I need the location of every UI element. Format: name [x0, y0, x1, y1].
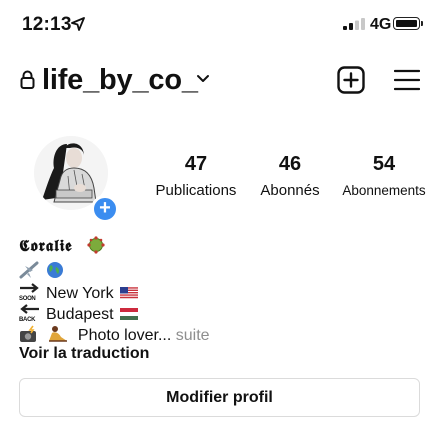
stat-value: 46 [278, 153, 302, 175]
globe-icon [47, 262, 64, 278]
chevron-down-icon[interactable] [196, 74, 210, 84]
camera-flash-icon [20, 325, 36, 342]
battery-icon [393, 17, 420, 30]
back-arrow-icon: BACK [19, 304, 40, 323]
stat-publications[interactable]: 47 Publications [150, 152, 242, 201]
bio-photo-text: Photo lover... [77, 327, 172, 344]
see-translation-link[interactable]: Voir la traduction [19, 345, 149, 363]
hungary-flag-icon [119, 308, 138, 320]
bio-line-travel [19, 261, 65, 282]
location-arrow-icon [71, 17, 85, 31]
lock-icon [20, 70, 35, 89]
signal-bars-icon [343, 18, 365, 30]
network-type: 4G [370, 16, 392, 33]
stat-label: Abonnés [260, 182, 320, 199]
stat-value: 47 [184, 153, 208, 175]
stat-value: 54 [372, 153, 396, 175]
menu-icon[interactable] [394, 69, 420, 91]
soon-caption: SOON [19, 296, 36, 302]
virus-emoji-icon [87, 236, 105, 254]
bio-line-new-york: SOON New York [19, 283, 138, 304]
soon-arrow-icon: SOON [19, 283, 40, 302]
us-flag-icon [119, 287, 138, 299]
stat-label: Abonnements [342, 183, 426, 198]
more-link[interactable]: suite [176, 327, 210, 344]
status-time: 12:13 [22, 14, 72, 35]
back-caption: BACK [19, 317, 36, 323]
stat-followers[interactable]: 46 Abonnés [252, 152, 328, 201]
woman-in-lotus-icon [49, 326, 68, 342]
bio-line-photo: Photo lover... suite [19, 325, 210, 346]
display-name: 𝕮𝖔𝖗𝖆𝖑𝖎𝖊 [19, 236, 73, 255]
bio-line-budapest: BACK Budapest [19, 304, 138, 325]
bio-city-new-york: New York [46, 285, 114, 302]
username-switcher[interactable]: life_by_co_ [42, 64, 198, 97]
stat-following[interactable]: 54 Abonnements [338, 152, 430, 201]
add-story-button[interactable]: + [91, 195, 119, 223]
edit-profile-button[interactable]: Modifier profil [19, 378, 420, 417]
stat-label: Publications [155, 182, 237, 199]
airplane-icon [19, 261, 39, 279]
bio-city-budapest: Budapest [46, 306, 114, 323]
new-post-icon[interactable] [337, 66, 365, 94]
battery-cap [421, 21, 423, 26]
